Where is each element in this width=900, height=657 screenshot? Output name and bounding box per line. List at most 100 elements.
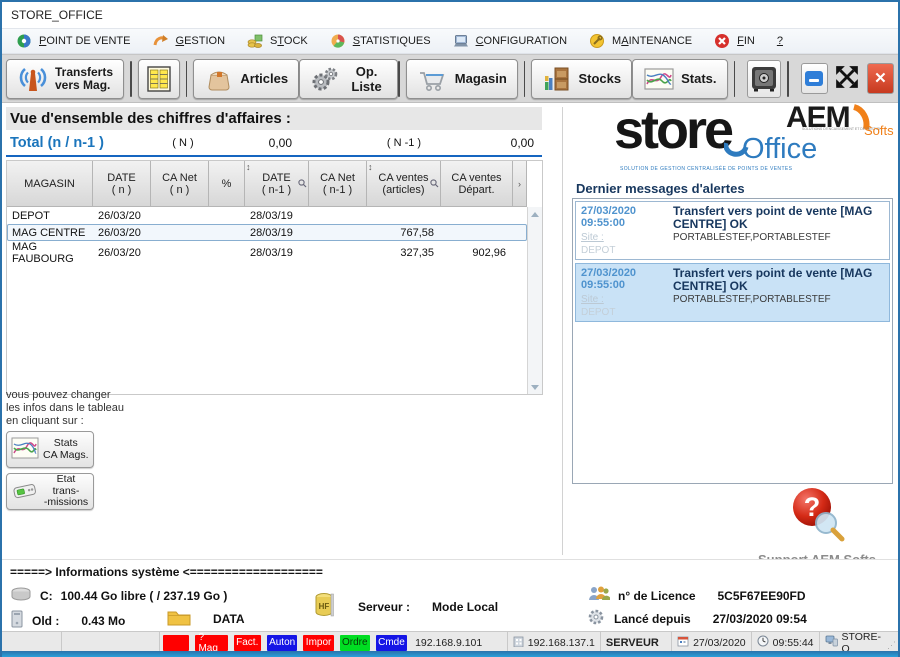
launched-info: Lancé depuis 27/03/2020 09:54 [586,608,807,629]
store-tagline: SOLUTION DE GESTION CENTRALISÉE DE POINT… [620,166,792,172]
col-ca-net-n1[interactable]: CA Net( n-1 ) [309,161,367,207]
support-block: ? Support AEM Softs [742,483,892,567]
panel-divider [562,107,563,555]
op-liste-button[interactable]: Op. Liste [299,59,398,99]
maximize-button[interactable] [834,63,861,94]
stock-icon [247,33,263,49]
store-logo: store [614,99,731,161]
gestion-icon [153,33,169,49]
safe-icon [749,65,779,93]
etat-transmissions-button[interactable]: Etat trans--missions [6,473,94,510]
menu-statistiques[interactable]: STATISTIQUES [322,30,443,52]
menu-fin[interactable]: FIN [706,30,767,52]
system-info-heading: =====> Informations système <===========… [10,565,323,579]
resize-grip[interactable]: ⋰ [886,632,898,653]
transferts-vers-mag-button[interactable]: Transfertsvers Mag. [6,59,124,99]
col-ca-net-n[interactable]: CA Net( n ) [151,161,209,207]
building-icon [513,635,524,650]
logo-zone: store Office SOLUTION DE GESTION CENTRAL… [564,103,896,181]
shelf-icon [542,65,572,93]
office-logo: Office [742,133,817,166]
aem-logo: AEM SOLUTIONS D'ENCAISSEMENT ET DE GESTI… [786,101,898,135]
stocks-button[interactable]: Stocks [531,59,632,99]
menu-configuration[interactable]: CONFIGURATION [445,30,579,52]
fin-icon [714,33,730,49]
total-label: Total (n / n-1 ) [6,135,154,151]
scroll-down-icon[interactable] [528,380,542,394]
menubar: POINT DE VENTE GESTION STOCK STATISTIQUE… [2,28,898,54]
menu-point-de-vente[interactable]: POINT DE VENTE [8,30,143,52]
sort-icon[interactable]: ↕ [246,161,251,173]
status-badge-impor[interactable]: Impor [303,635,333,651]
window-bottom-border [2,651,898,657]
status-badge-auton[interactable]: Auton [267,635,298,651]
toolbar-separator [130,61,132,97]
stats-ca-mags-button[interactable]: StatsCA Mags. [6,431,94,468]
table-row-mag-faubourg[interactable]: MAG FAUBOURG 26/03/20 28/03/19 327,35 90… [7,241,527,258]
hf-database-icon: HF [314,592,336,621]
toolbar-separator [398,61,400,97]
overview-panel: Vue d'ensemble des chiffres d'affaires :… [6,103,558,559]
status-badge-ordre[interactable]: Ordre [340,635,370,651]
alert-item[interactable]: 27/03/202009:55:00 Site : DEPOT Transfer… [575,201,890,260]
status-badge-alert[interactable] [163,635,189,651]
app-window: STORE_OFFICE POINT DE VENTE GESTION STOC… [0,0,900,657]
menu-stock[interactable]: STOCK [239,30,320,52]
maintenance-icon [589,33,605,49]
support-help-icon[interactable]: ? [785,532,849,549]
liste-button[interactable] [138,59,180,99]
configuration-icon [453,33,469,49]
articles-button[interactable]: Articles [193,59,299,99]
stats-button[interactable]: Stats. [632,59,727,99]
gear-icon [586,608,606,629]
search-icon[interactable] [430,179,439,191]
chart-picture-icon [11,437,39,462]
calendar-icon [677,635,689,650]
system-info: =====> Informations système <===========… [2,559,898,631]
alerts-list: 27/03/202009:55:00 Site : DEPOT Transfer… [572,198,893,484]
table-hint: vous pouvez changer les infos dans le ta… [6,389,124,428]
magasin-button[interactable]: Magasin [406,59,518,99]
search-icon[interactable] [298,179,307,191]
window-title: STORE_OFFICE [11,8,103,22]
total-row: Total (n / n-1 ) ( N ) 0,00 ( N -1 ) 0,0… [6,133,542,153]
toolbar-separator [186,61,188,97]
table-row-mag-centre[interactable]: MAG CENTRE 26/03/20 28/03/19 767,58 [7,224,527,241]
table-row-depot[interactable]: DEPOT 26/03/20 28/03/19 [7,207,527,224]
statusbar-host: STORE-O [820,632,886,653]
col-ca-ventes-depart[interactable]: CA ventesDépart. [441,161,513,207]
col-date-n[interactable]: DATE( n ) [93,161,151,207]
col-ca-ventes-articles[interactable]: ↕ CA ventes(articles) [367,161,441,207]
menu-maintenance[interactable]: MAINTENANCE [581,30,704,52]
close-button[interactable]: ✕ [867,63,894,94]
scroll-up-icon[interactable] [528,207,542,221]
sort-icon[interactable]: ↕ [368,161,373,173]
folder-icon [167,608,191,629]
toolbar-separator [787,61,789,97]
alerts-heading: Dernier messages d'alertes [576,181,745,196]
menu-gestion[interactable]: GESTION [145,30,238,52]
status-badge-mag[interactable]: ? Mag [195,635,227,651]
gears-icon [310,65,340,93]
safe-button[interactable] [747,60,781,98]
alert-item-selected[interactable]: 27/03/202009:55:00 Site : DEPOT Transfer… [575,263,890,322]
minimize-button[interactable] [801,63,828,94]
menu-help[interactable]: ? [769,32,795,50]
bag-icon [204,65,234,93]
server-info: HF Serveur : Mode Local [314,592,498,621]
transmitter-icon [11,479,39,504]
cart-icon [417,65,449,93]
status-badge-fact[interactable]: Fact. [234,635,261,651]
people-icon [586,585,610,606]
column-options[interactable]: › [513,161,527,207]
statusbar-server: SERVEUR [601,632,672,653]
table-scrollbar[interactable] [527,207,542,394]
col-magasin[interactable]: MAGASIN [7,161,93,207]
col-date-n1[interactable]: ↕ DATE( n-1 ) [245,161,309,207]
disk-info: C: 100.44 Go libre ( / 237.19 Go ) [10,587,227,604]
column-options-icon: › [518,178,521,190]
status-badge-cmde[interactable]: Cmde [376,635,407,651]
maximize-icon [834,64,860,93]
col-pct[interactable]: % [209,161,245,207]
close-icon: ✕ [874,71,887,86]
